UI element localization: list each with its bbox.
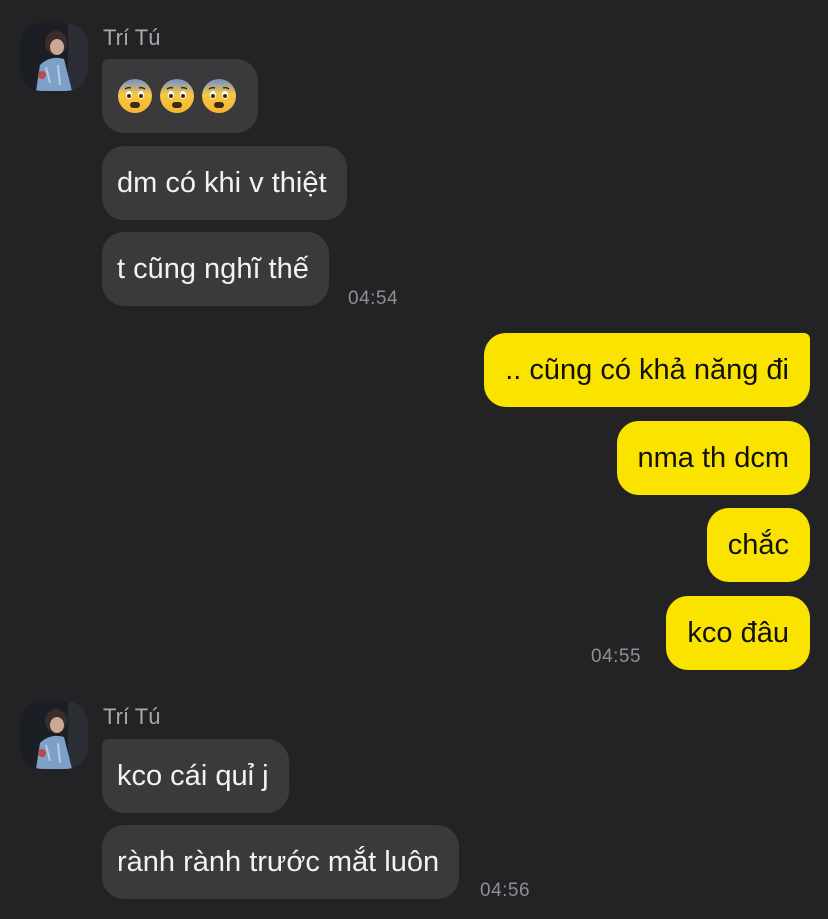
message-bubble[interactable]: t cũng nghĩ thế [102, 232, 329, 306]
message-bubble-emoji[interactable] [102, 59, 258, 133]
message-bubble[interactable]: rành rành trước mắt luôn [102, 825, 460, 899]
sender-name: Trí Tú [103, 25, 161, 50]
avatar[interactable] [20, 23, 88, 91]
message-bubble[interactable]: nma th dcm [616, 421, 810, 495]
message-bubble[interactable]: dm có khi v thiệt [102, 146, 347, 220]
fearful-face-icon [202, 79, 236, 113]
fearful-face-icon [160, 79, 194, 113]
message-timestamp: 04:54 [348, 288, 399, 309]
message-bubble[interactable]: kco cái quỉ j [102, 739, 289, 813]
message-timestamp: 04:55 [591, 646, 642, 667]
message-timestamp: 04:56 [480, 880, 531, 901]
avatar[interactable] [20, 701, 88, 769]
message-bubble[interactable]: kco đâu [666, 596, 810, 670]
fearful-face-icon [118, 79, 152, 113]
message-bubble[interactable]: chắc [706, 508, 810, 582]
sender-name: Trí Tú [103, 704, 161, 729]
message-bubble[interactable]: .. cũng có khả năng đi [484, 333, 810, 407]
